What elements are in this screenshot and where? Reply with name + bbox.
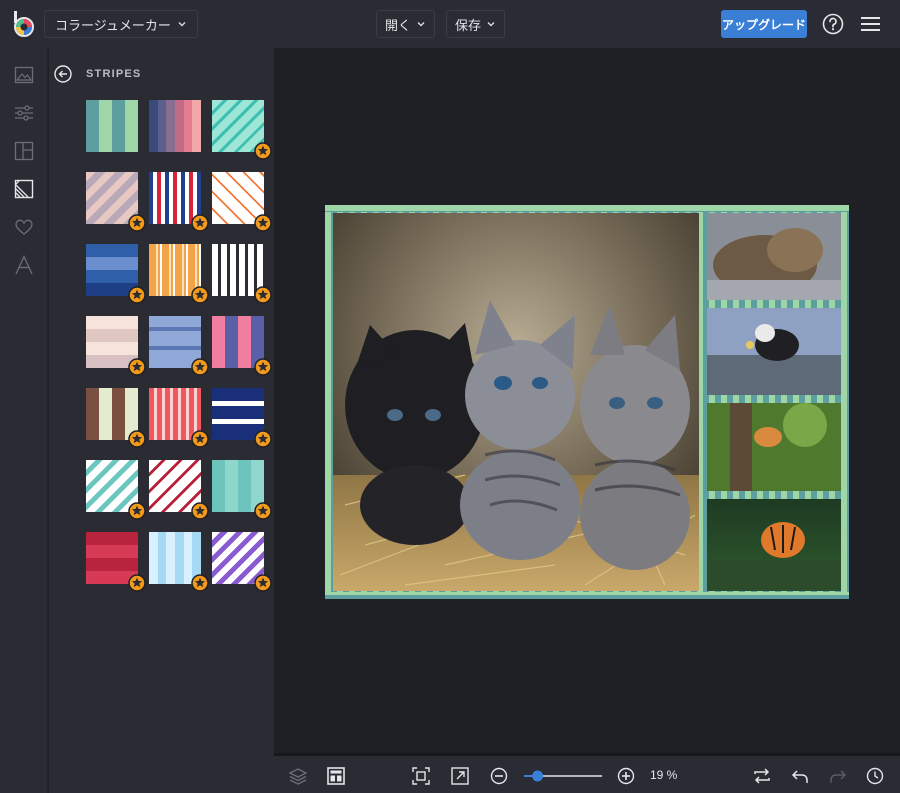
pattern-tile[interactable] <box>86 100 138 152</box>
premium-star-icon <box>128 214 146 232</box>
undo-icon[interactable] <box>791 767 809 785</box>
pattern-tile[interactable] <box>212 460 272 520</box>
pattern-tile[interactable] <box>86 172 146 232</box>
open-dropdown[interactable]: 開く <box>376 10 436 38</box>
kitten-on-path-photo[interactable] <box>707 308 841 395</box>
premium-star-icon <box>128 502 146 520</box>
kittens-photo[interactable] <box>333 213 699 591</box>
pattern-tile[interactable] <box>86 532 146 592</box>
premium-star-icon <box>254 214 272 232</box>
premium-star-icon <box>254 142 272 160</box>
pattern-tile[interactable] <box>149 532 209 592</box>
save-dropdown[interactable]: 保存 <box>446 10 506 38</box>
panel-title: STRIPES <box>86 68 142 80</box>
premium-star-icon <box>128 574 146 592</box>
bottom-toolbar: 19 % <box>274 753 900 793</box>
pattern-tile[interactable] <box>86 316 146 376</box>
app-logo-icon[interactable] <box>12 11 36 37</box>
background-icon[interactable] <box>14 179 34 199</box>
pattern-tile[interactable] <box>149 244 209 304</box>
save-label: 保存 <box>455 17 482 33</box>
layers-icon[interactable] <box>289 767 307 785</box>
swap-icon[interactable] <box>753 767 771 785</box>
zoom-out-icon[interactable] <box>490 767 508 785</box>
premium-star-icon <box>191 358 209 376</box>
pattern-tile[interactable] <box>212 532 272 592</box>
back-arrow-icon[interactable] <box>54 65 72 83</box>
chevron-down-icon <box>417 22 425 27</box>
pattern-tile[interactable] <box>149 316 209 376</box>
premium-star-icon <box>128 286 146 304</box>
zoom-percent-label: 19 % <box>650 768 678 782</box>
pattern-tile[interactable] <box>86 388 146 448</box>
layout-icon[interactable] <box>14 141 34 161</box>
premium-star-icon <box>128 430 146 448</box>
history-icon[interactable] <box>866 767 884 785</box>
tool-rail <box>0 48 48 793</box>
pattern-panel: STRIPES <box>49 48 274 793</box>
app-menu-label: コラージュメーカー <box>55 17 171 33</box>
pattern-tile[interactable] <box>86 244 146 304</box>
pattern-tile[interactable] <box>149 388 209 448</box>
pattern-tile[interactable] <box>212 100 272 160</box>
chevron-down-icon <box>178 22 186 27</box>
app-menu-dropdown[interactable]: コラージュメーカー <box>44 10 198 38</box>
premium-star-icon <box>191 286 209 304</box>
heart-icon[interactable] <box>14 217 34 237</box>
premium-star-icon <box>254 430 272 448</box>
premium-star-icon <box>191 214 209 232</box>
premium-star-icon <box>191 430 209 448</box>
sleeping-kitten-photo[interactable] <box>707 213 841 300</box>
pattern-tile[interactable] <box>149 460 209 520</box>
fit-to-screen-icon[interactable] <box>412 767 430 785</box>
chevron-down-icon <box>487 22 495 27</box>
pattern-tile[interactable] <box>86 460 146 520</box>
redo-icon[interactable] <box>829 767 847 785</box>
premium-star-icon <box>254 502 272 520</box>
premium-star-icon <box>254 574 272 592</box>
upgrade-button[interactable]: アップグレード <box>721 10 807 38</box>
pattern-tile[interactable] <box>149 172 209 232</box>
hamburger-menu-icon[interactable] <box>861 15 880 33</box>
pattern-tile[interactable] <box>149 100 201 152</box>
pattern-tile[interactable] <box>212 244 272 304</box>
premium-star-icon <box>128 358 146 376</box>
tiger-in-water-photo[interactable] <box>707 499 841 591</box>
premium-star-icon <box>254 286 272 304</box>
premium-star-icon <box>254 358 272 376</box>
zoom-slider[interactable] <box>518 768 604 784</box>
collage-canvas[interactable] <box>325 205 849 599</box>
top-bar: コラージュメーカー 開く 保存 アップグレード <box>0 0 900 48</box>
premium-star-icon <box>191 502 209 520</box>
adjust-sliders-icon[interactable] <box>14 103 34 123</box>
pattern-tile[interactable] <box>212 316 272 376</box>
open-label: 開く <box>385 17 412 33</box>
kitten-in-tree-photo[interactable] <box>707 403 841 491</box>
image-icon[interactable] <box>14 65 34 85</box>
premium-star-icon <box>191 574 209 592</box>
text-icon[interactable] <box>14 255 34 275</box>
expand-icon[interactable] <box>451 767 469 785</box>
pattern-tile[interactable] <box>212 172 272 232</box>
layout-grid-icon[interactable] <box>327 767 345 785</box>
help-icon[interactable] <box>822 13 844 35</box>
pattern-tile[interactable] <box>212 388 272 448</box>
zoom-in-icon[interactable] <box>617 767 635 785</box>
